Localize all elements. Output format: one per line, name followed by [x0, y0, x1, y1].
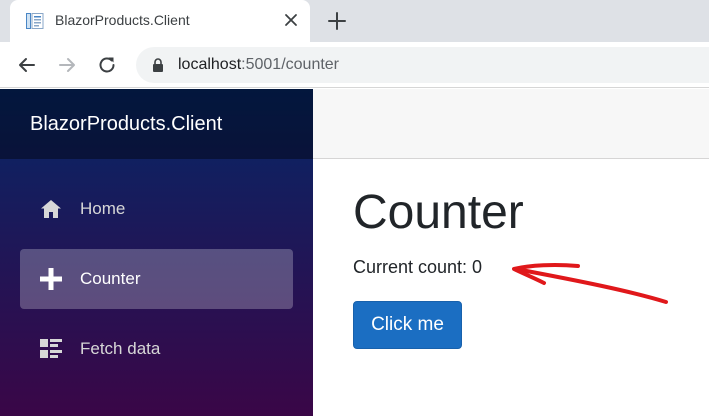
brand-bar: BlazorProducts.Client	[0, 89, 313, 159]
document-icon	[26, 13, 44, 29]
main-content: Counter Current count: 0 Click me	[313, 159, 709, 416]
browser-toolbar: localhost:5001/counter	[0, 42, 709, 88]
sidebar-item-counter[interactable]: Counter	[20, 249, 293, 309]
plus-icon	[40, 268, 62, 290]
arrow-left-icon[interactable]	[16, 54, 38, 76]
arrow-right-icon[interactable]	[56, 54, 78, 76]
sidebar-item-fetch-data[interactable]: Fetch data	[20, 319, 293, 379]
browser-tab[interactable]: BlazorProducts.Client	[10, 0, 310, 42]
sidebar-item-label: Fetch data	[80, 339, 161, 358]
brand-link[interactable]: BlazorProducts.Client	[30, 113, 222, 136]
top-row	[313, 89, 709, 159]
url-path: :5001/counter	[241, 56, 340, 73]
browser-tab-strip: BlazorProducts.Client	[0, 0, 709, 42]
url-text: localhost:5001/counter	[178, 56, 339, 74]
close-icon[interactable]	[282, 11, 300, 29]
lock-icon	[152, 58, 164, 72]
plus-icon[interactable]	[326, 10, 348, 32]
page-title: Counter	[353, 186, 524, 239]
home-icon	[40, 198, 62, 220]
sidebar-item-label: Home	[80, 199, 126, 218]
url-host: localhost	[178, 56, 242, 73]
sidebar-item-home[interactable]: Home	[20, 179, 293, 239]
address-bar[interactable]: localhost:5001/counter	[136, 47, 709, 83]
reload-icon[interactable]	[96, 54, 118, 76]
current-count-text: Current count: 0	[353, 257, 483, 277]
tab-title: BlazorProducts.Client	[55, 12, 190, 28]
sidebar-item-label: Counter	[80, 269, 141, 288]
sidebar: BlazorProducts.Client Home Counter Fetch…	[0, 89, 313, 416]
click-me-button[interactable]: Click me	[353, 301, 462, 349]
list-rich-icon	[40, 338, 62, 360]
